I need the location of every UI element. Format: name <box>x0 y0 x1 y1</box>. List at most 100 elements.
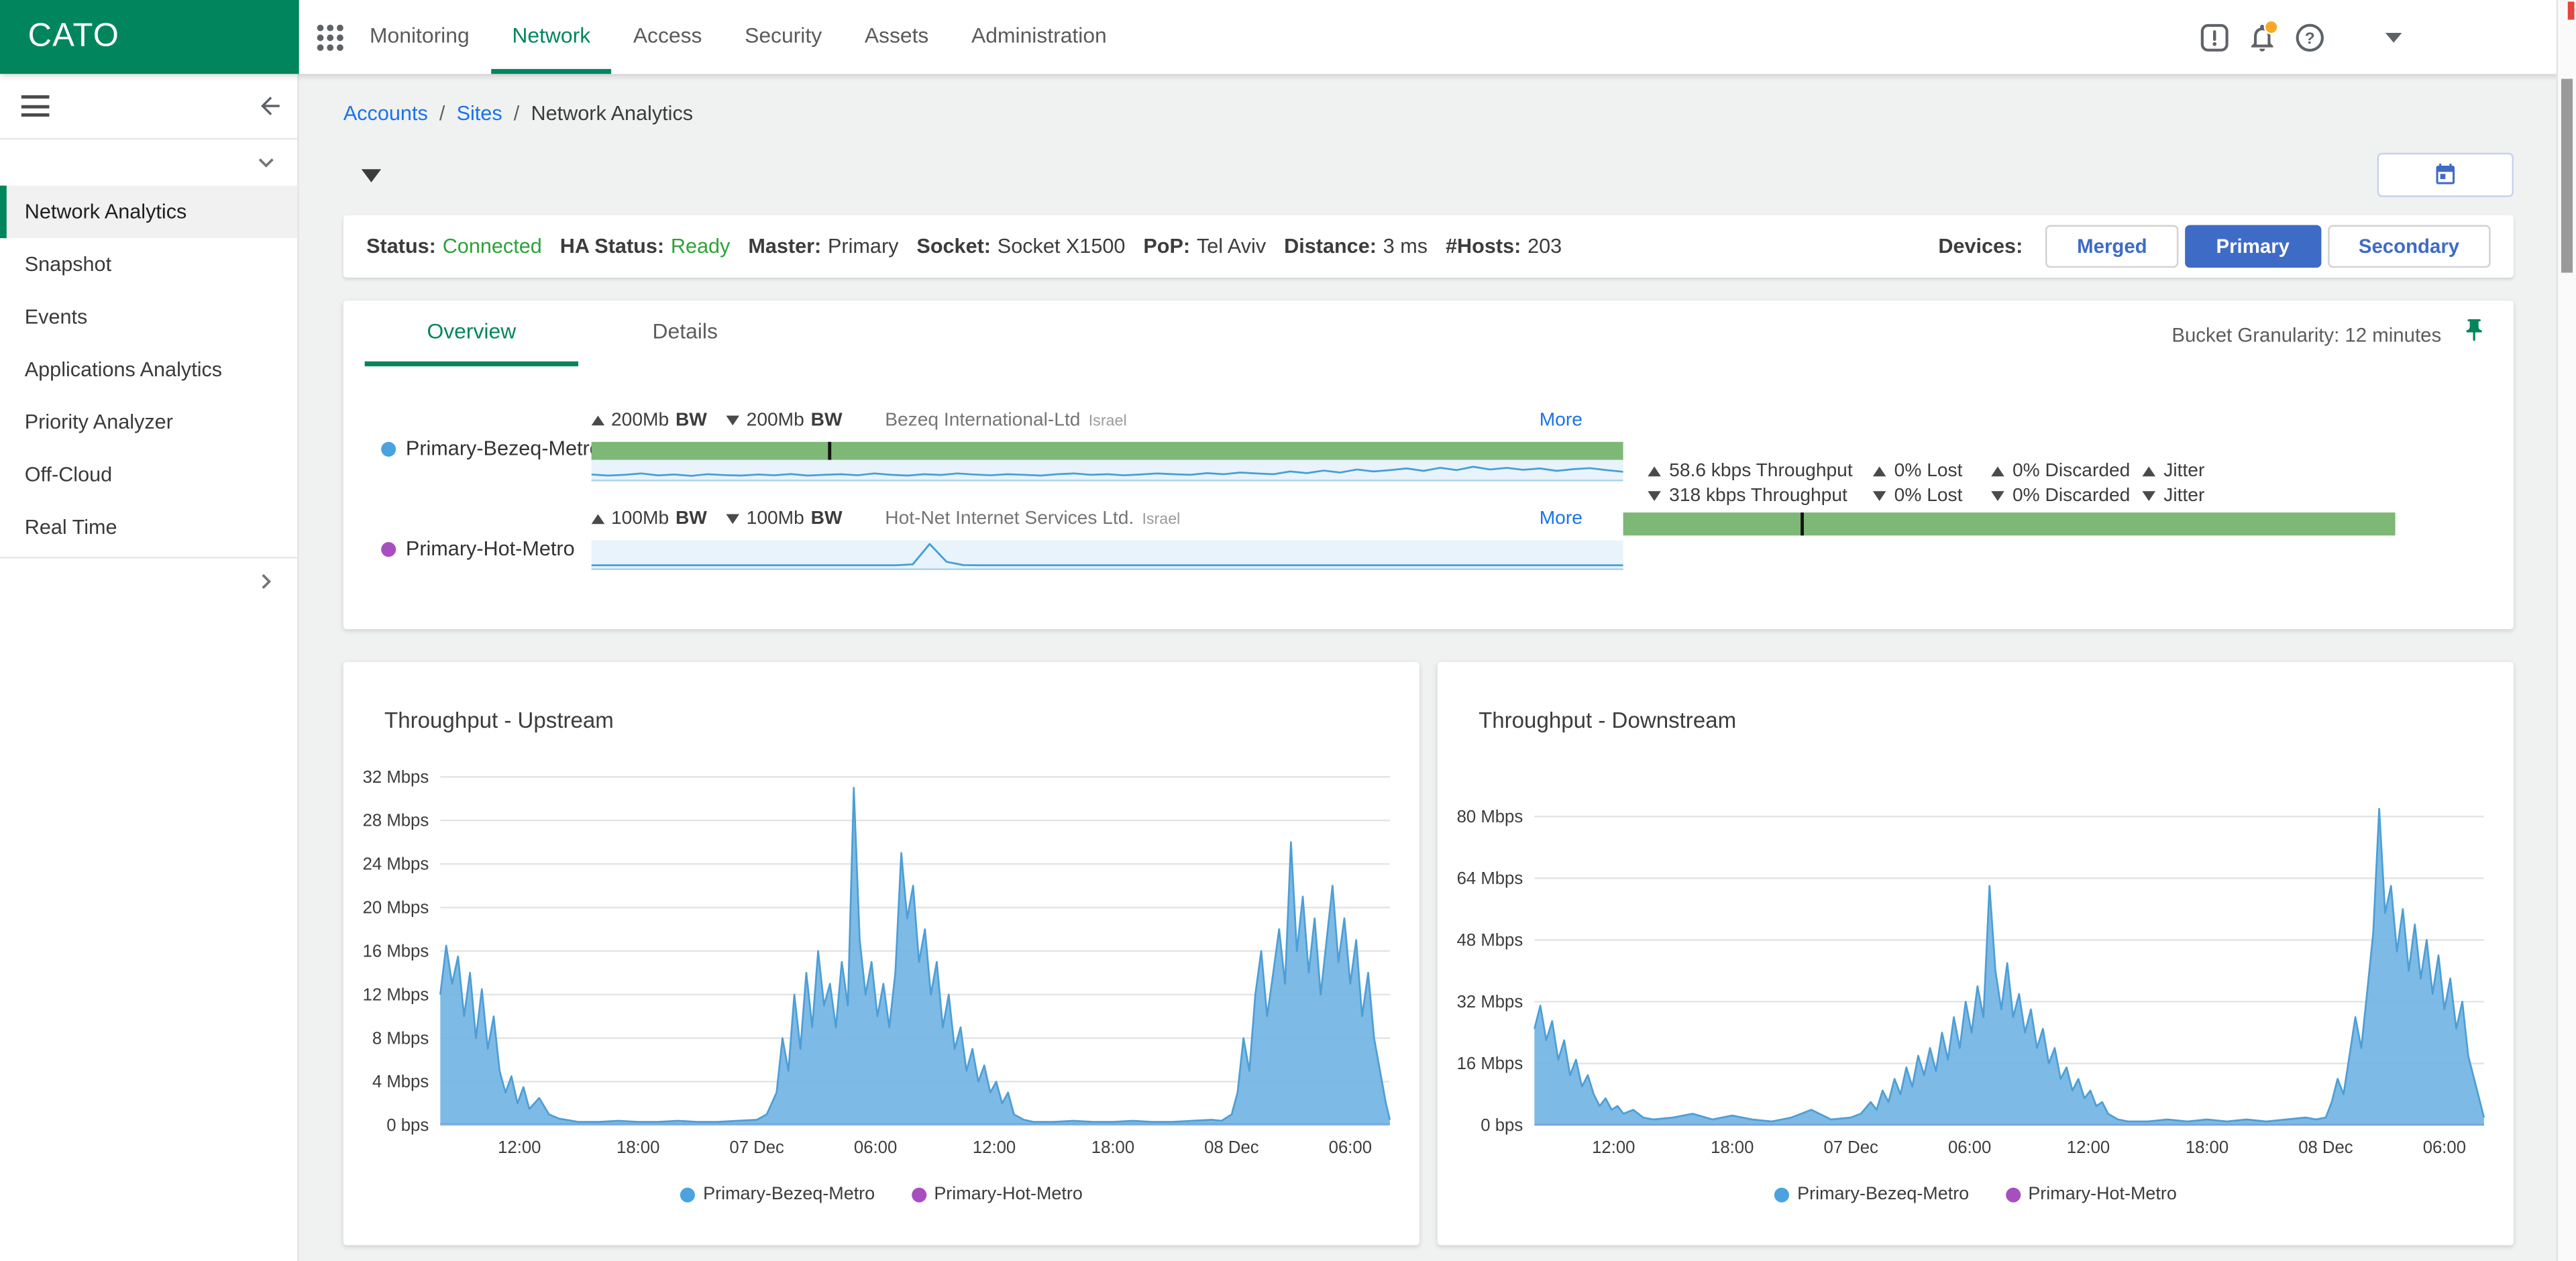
legend-primary-hot-metro[interactable]: Primary-Hot-Metro <box>911 1185 1083 1204</box>
site-color-dot <box>381 442 396 457</box>
sidebar-item-off-cloud[interactable]: Off-Cloud <box>0 449 297 501</box>
top-bar: CATO MonitoringNetworkAccessSecurityAsse… <box>0 0 2576 74</box>
status-field-status: Status:Connected <box>366 235 542 258</box>
stat-0-lost: 0% Lost <box>1873 461 1991 480</box>
svg-text:06:00: 06:00 <box>1948 1138 1991 1157</box>
overview-panel: OverviewDetails Bucket Granularity: 12 m… <box>343 300 2514 629</box>
sidebar-item-real-time[interactable]: Real Time <box>0 501 297 553</box>
svg-text:06:00: 06:00 <box>2423 1138 2466 1157</box>
date-range-button[interactable] <box>2377 153 2514 197</box>
more-link[interactable]: More <box>1540 410 1582 430</box>
site-name[interactable]: Primary-Bezeq-Metro <box>406 437 601 459</box>
svg-text:12:00: 12:00 <box>1592 1138 1635 1157</box>
legend-dot <box>911 1187 926 1201</box>
scrollbar-red-mark <box>2568 1 2575 19</box>
sidebar-header <box>0 74 297 140</box>
site-name[interactable]: Primary-Hot-Metro <box>406 537 575 560</box>
legend-primary-bezeq-metro[interactable]: Primary-Bezeq-Metro <box>680 1185 875 1204</box>
up-arrow-icon <box>1648 465 1661 476</box>
up-arrow-icon <box>1873 465 1886 476</box>
stat-jitter: Jitter <box>2142 461 2204 480</box>
help-icon[interactable]: ? <box>2294 21 2326 54</box>
sidebar-expand-row[interactable] <box>0 559 297 605</box>
devices-label: Devices: <box>1938 235 2023 258</box>
svg-text:?: ? <box>2305 29 2315 47</box>
bandwidth-utilization-bar <box>1623 512 2396 535</box>
more-link[interactable]: More <box>1540 509 1582 529</box>
device-toggle-secondary[interactable]: Secondary <box>2327 225 2490 268</box>
sidebar-item-priority-analyzer[interactable]: Priority Analyzer <box>0 396 297 448</box>
legend-primary-hot-metro[interactable]: Primary-Hot-Metro <box>2005 1185 2177 1204</box>
status-fields: Status:ConnectedHA Status:ReadyMaster:Pr… <box>366 235 1562 258</box>
sidebar-item-applications-analytics[interactable]: Applications Analytics <box>0 343 297 396</box>
svg-text:07 Dec: 07 Dec <box>1823 1138 1878 1157</box>
device-toggle-merged[interactable]: Merged <box>2046 225 2179 268</box>
up-arrow-icon <box>592 416 605 426</box>
breadcrumb-sites[interactable]: Sites <box>457 102 502 125</box>
svg-text:8 Mbps: 8 Mbps <box>372 1029 429 1048</box>
stat-0-discarded: 0% Discarded <box>1991 486 2142 505</box>
stat-58-6-kbps-throughput: 58.6 kbps Throughput <box>1648 461 1873 480</box>
svg-text:28 Mbps: 28 Mbps <box>363 812 429 830</box>
site-sparkline-chart[interactable] <box>592 541 1623 570</box>
svg-text:16 Mbps: 16 Mbps <box>1457 1054 1523 1073</box>
sidebar-item-network-analytics[interactable]: Network Analytics <box>0 186 297 238</box>
stat-jitter: Jitter <box>2142 486 2204 505</box>
collapse-chevron-icon[interactable] <box>252 148 281 185</box>
site-sparkline-chart[interactable] <box>592 460 1623 482</box>
down-arrow-icon <box>1648 490 1661 500</box>
svg-text:32 Mbps: 32 Mbps <box>1457 993 1523 1011</box>
stats-row: 58.6 kbps Throughput0% Lost0% DiscardedJ… <box>1648 458 2204 483</box>
chart-legend: Primary-Bezeq-Metro Primary-Hot-Metro <box>343 1185 1419 1204</box>
menu-icon[interactable] <box>21 95 50 122</box>
device-toggle-primary[interactable]: Primary <box>2185 225 2321 268</box>
sidebar-item-events[interactable]: Events <box>0 290 297 343</box>
account-caret-icon[interactable] <box>2385 33 2402 43</box>
legend-primary-bezeq-metro[interactable]: Primary-Bezeq-Metro <box>1774 1185 1969 1204</box>
nav-item-access[interactable]: Access <box>612 0 723 74</box>
sidebar-item-snapshot[interactable]: Snapshot <box>0 238 297 290</box>
throughput-downstream-chart[interactable]: 0 bps16 Mbps32 Mbps48 Mbps64 Mbps80 Mbps… <box>1438 662 2514 1245</box>
scrollbar-thumb[interactable] <box>2561 79 2573 273</box>
isp-name: Hot-Net Internet Services Ltd. <box>885 509 1134 529</box>
stat-0-discarded: 0% Discarded <box>1991 461 2142 480</box>
nav-item-administration[interactable]: Administration <box>950 0 1128 74</box>
legend-dot <box>680 1187 695 1201</box>
back-arrow-icon[interactable] <box>256 92 284 128</box>
expand-chevron-icon[interactable] <box>252 567 281 604</box>
notifications-bell-icon[interactable] <box>2246 21 2279 54</box>
status-field-ha-status: HA Status:Ready <box>560 235 731 258</box>
svg-text:07 Dec: 07 Dec <box>729 1138 784 1157</box>
tab-overview[interactable]: Overview <box>365 300 578 366</box>
svg-text:12 Mbps: 12 Mbps <box>363 985 429 1004</box>
pin-icon[interactable] <box>2461 317 2487 351</box>
tab-bar: OverviewDetails <box>365 300 792 366</box>
apps-grid-icon[interactable] <box>317 25 343 51</box>
throughput-upstream-chart[interactable]: 0 bps4 Mbps8 Mbps12 Mbps16 Mbps20 Mbps24… <box>343 662 1419 1245</box>
svg-text:24 Mbps: 24 Mbps <box>363 855 429 874</box>
svg-text:12:00: 12:00 <box>2067 1138 2110 1157</box>
bw-label: BW <box>676 509 707 529</box>
down-arrow-icon <box>1991 490 2004 500</box>
nav-item-security[interactable]: Security <box>723 0 843 74</box>
tab-details[interactable]: Details <box>578 300 792 366</box>
bw-label: BW <box>811 509 843 529</box>
svg-text:0 bps: 0 bps <box>386 1116 429 1135</box>
svg-text:16 Mbps: 16 Mbps <box>363 942 429 961</box>
cato-logo[interactable]: CATO <box>0 0 299 74</box>
bw-label: BW <box>676 410 707 430</box>
down-arrow-icon <box>1873 490 1886 500</box>
legend-dot <box>2005 1187 2020 1201</box>
svg-text:12:00: 12:00 <box>498 1138 541 1157</box>
nav-item-network[interactable]: Network <box>491 0 612 74</box>
nav-item-assets[interactable]: Assets <box>843 0 950 74</box>
page-scrollbar[interactable] <box>2557 0 2576 1261</box>
svg-text:12:00: 12:00 <box>973 1138 1016 1157</box>
cato-management-app: CATO MonitoringNetworkAccessSecurityAsse… <box>0 0 2576 1261</box>
breadcrumb-accounts[interactable]: Accounts <box>343 102 428 125</box>
top-nav: MonitoringNetworkAccessSecurityAssetsAdm… <box>348 0 1128 74</box>
filter-caret-icon[interactable] <box>362 169 381 182</box>
nav-item-monitoring[interactable]: Monitoring <box>348 0 490 74</box>
sidebar-section-header[interactable] <box>0 140 297 186</box>
report-issue-icon[interactable] <box>2198 21 2231 54</box>
